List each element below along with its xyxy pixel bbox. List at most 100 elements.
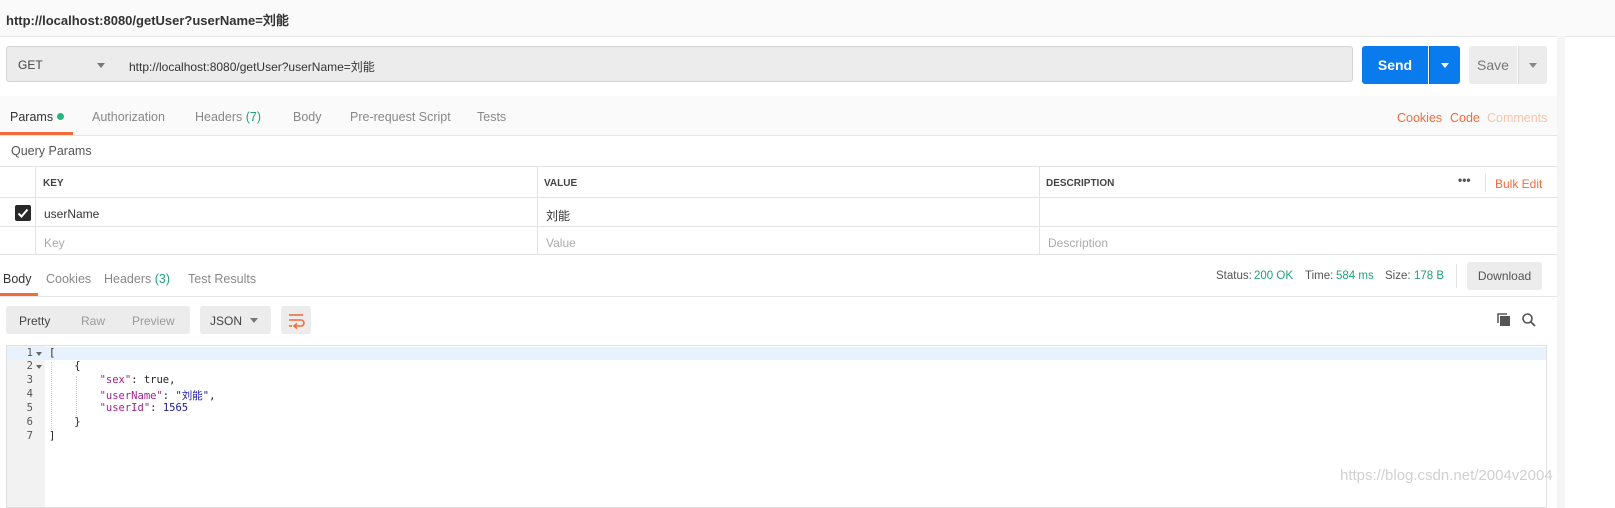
tab-params[interactable]: Params [10,110,65,124]
description-placeholder: Description [1048,236,1109,250]
code-link[interactable]: Code [1450,111,1480,125]
line-number: 5 [26,402,33,414]
line-number: 1 [26,347,33,359]
code-line: [ [49,347,56,359]
size-label: Size: [1385,270,1411,282]
status-label: Status: [1216,270,1252,282]
key-placeholder: Key [44,236,65,250]
check-icon [17,208,29,218]
param-key: userName [44,207,100,221]
time-label: Time: [1305,270,1334,282]
table-row: userName 刘能 [0,197,1557,226]
comments-link[interactable]: Comments [1487,111,1547,125]
active-tab-indicator [0,293,38,296]
response-body-editor[interactable]: 1 2 3 4 5 6 7 [ { "sex": true, "userName… [6,345,1547,508]
param-value: 刘能 [546,209,571,223]
tab-tests[interactable]: Tests [477,110,506,124]
fold-icon[interactable] [36,352,42,356]
tab-response-headers-label: Headers [104,272,152,286]
method-select[interactable]: GET [6,46,118,82]
bulk-edit-link[interactable]: Bulk Edit [1495,177,1542,191]
code-line: "userName": "刘能", [99,390,216,402]
method-label: GET [18,58,43,72]
query-params-table: KEY VALUE DESCRIPTION ••• Bulk Edit user… [0,166,1557,255]
chevron-down-icon [1441,63,1449,68]
code-line: { [49,360,81,372]
line-number: 3 [26,374,33,386]
new-description-input[interactable]: Description [1039,227,1557,254]
table-header-row: KEY VALUE DESCRIPTION ••• Bulk Edit [0,166,1557,197]
tab-body[interactable]: Body [293,110,322,124]
vertical-scrollbar[interactable] [1557,36,1565,508]
tab-params-label: Params [10,110,54,124]
chevron-down-icon [97,63,105,68]
send-options-button[interactable] [1429,46,1460,84]
raw-button[interactable]: Raw [81,314,105,328]
download-button[interactable]: Download [1467,262,1542,290]
description-header-label: DESCRIPTION [1046,178,1115,189]
view-mode-group: Pretty Raw Preview [6,306,190,334]
save-options-button[interactable] [1518,46,1547,84]
fold-icon[interactable] [36,365,42,369]
value-header-label: VALUE [544,178,578,189]
line-number: 7 [26,430,33,442]
new-value-input[interactable]: Value [537,227,1039,254]
url-input[interactable]: http://localhost:8080/getUser?userName=刘… [117,46,1353,82]
time-value: 584 ms [1336,270,1374,282]
send-button[interactable]: Send [1362,46,1428,84]
key-header-label: KEY [43,178,64,189]
tab-headers[interactable]: Headers (7) [195,110,261,124]
line-number: 6 [26,416,33,428]
more-options-icon[interactable]: ••• [1458,173,1471,187]
tab-response-body[interactable]: Body [3,272,32,286]
line-number: 4 [26,388,33,400]
code-line: ] [49,430,56,442]
value-column-header: VALUE [537,167,1039,197]
size-value: 178 B [1414,270,1445,282]
param-description-cell[interactable] [1039,198,1557,226]
divider [1485,174,1486,192]
tab-pre-request-script[interactable]: Pre-request Script [350,110,451,124]
value-placeholder: Value [546,236,576,250]
response-headers-count: (3) [154,272,171,286]
divider [1456,264,1457,288]
tab-authorization[interactable]: Authorization [92,110,165,124]
pretty-button[interactable]: Pretty [19,314,50,328]
preview-button[interactable]: Preview [132,314,175,328]
line-number: 2 [26,360,33,372]
table-row: Key Value Description [0,226,1557,255]
code-line: "sex": true, [99,374,176,386]
headers-count: (7) [245,110,262,124]
format-label: JSON [210,314,243,328]
params-active-dot [57,113,65,120]
tab-headers-label: Headers [195,110,243,124]
query-params-label: Query Params [11,144,92,158]
copy-icon[interactable] [1496,312,1512,331]
chevron-down-icon [1529,63,1537,68]
key-column-header: KEY [35,167,537,197]
param-value-cell[interactable]: 刘能 [537,198,1039,226]
wrap-lines-button[interactable] [281,306,311,334]
window-title: http://localhost:8080/getUser?userName=刘… [6,13,289,28]
active-line-highlight [7,347,1546,360]
tab-test-results[interactable]: Test Results [188,272,256,286]
new-key-input[interactable]: Key [35,227,537,254]
status-value: 200 OK [1254,270,1293,282]
tab-response-cookies[interactable]: Cookies [46,272,91,286]
save-button[interactable]: Save [1469,46,1517,84]
window-title-bar: http://localhost:8080/getUser?userName=刘… [0,0,1615,37]
wrap-icon [289,314,305,330]
chevron-down-icon [250,318,258,323]
code-line: "userId": 1565 [99,402,189,414]
code-line: } [49,416,81,428]
param-key-cell[interactable]: userName [35,198,537,226]
search-icon[interactable] [1521,312,1537,331]
description-column-header: DESCRIPTION ••• Bulk Edit [1039,167,1557,197]
request-tabs: Params Authorization Headers (7) Body Pr… [0,96,1560,136]
format-select[interactable]: JSON [200,306,271,334]
cookies-link[interactable]: Cookies [1397,111,1442,125]
param-enabled-checkbox[interactable] [15,205,31,221]
response-tabs: Body Cookies Headers (3) Test Results St… [0,258,1560,297]
watermark: https://blog.csdn.net/2004v2004 [1340,467,1553,484]
tab-response-headers[interactable]: Headers (3) [104,272,170,286]
